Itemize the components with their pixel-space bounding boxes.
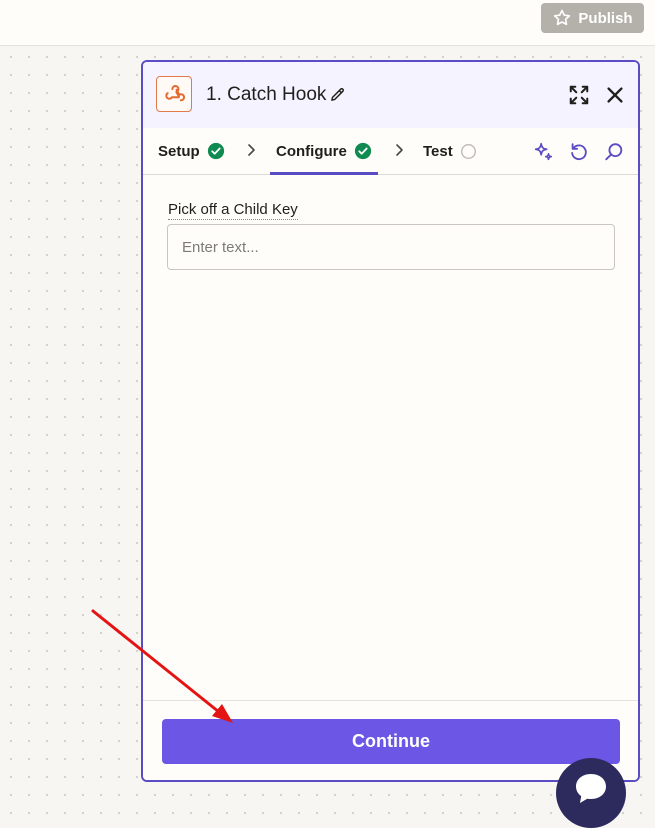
step-panel: 1. Catch Hook Setup Configure Test Pick … (141, 60, 640, 782)
pencil-icon[interactable] (329, 86, 346, 103)
chevron-right-icon (248, 144, 255, 156)
check-circle-icon (354, 142, 371, 160)
tab-setup-label: Setup (158, 142, 200, 160)
tab-configure-label: Configure (276, 142, 347, 160)
field-label: Pick off a Child Key (168, 201, 298, 220)
step-tabs: Setup Configure Test (143, 128, 638, 175)
tab-test[interactable]: Test (423, 128, 477, 174)
chevron-right-icon (396, 144, 403, 156)
close-icon[interactable] (604, 84, 626, 106)
tab-setup[interactable]: Setup (158, 128, 225, 174)
top-bar: Publish (0, 0, 655, 46)
check-circle-icon (207, 142, 224, 160)
panel-header: 1. Catch Hook (143, 62, 638, 128)
webhook-icon (156, 76, 192, 112)
tab-test-label: Test (423, 142, 453, 160)
step-title: 1. Catch Hook (206, 84, 327, 105)
publish-button[interactable]: Publish (541, 3, 644, 33)
publish-label: Publish (578, 9, 633, 27)
empty-circle-icon (460, 143, 476, 159)
chat-widget-button[interactable] (556, 758, 626, 828)
undo-icon[interactable] (568, 141, 590, 163)
search-icon[interactable] (603, 141, 625, 163)
chat-icon (576, 774, 606, 803)
star-icon (554, 9, 571, 26)
expand-icon[interactable] (568, 84, 590, 106)
continue-button[interactable]: Continue (162, 719, 620, 764)
tab-configure[interactable]: Configure (270, 128, 378, 175)
child-key-input[interactable] (167, 224, 615, 270)
sparkle-icon[interactable] (532, 141, 554, 163)
